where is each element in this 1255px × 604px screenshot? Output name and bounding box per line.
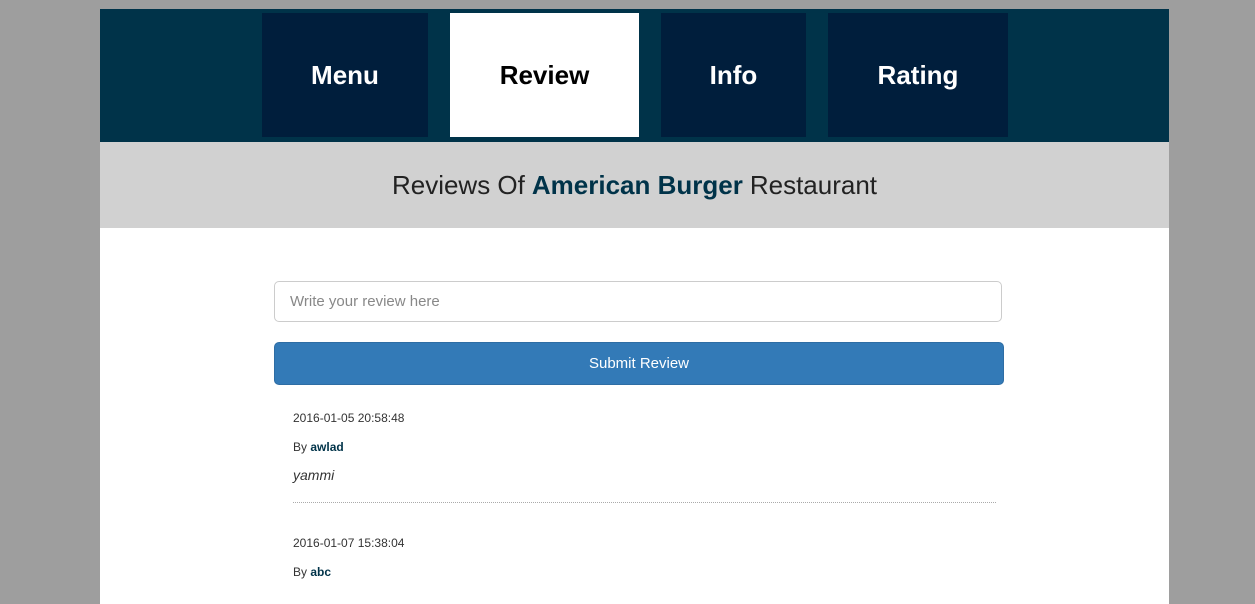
review-author[interactable]: abc bbox=[310, 565, 331, 579]
review-divider bbox=[293, 502, 996, 503]
top-navbar: Menu Review Info Rating bbox=[100, 9, 1169, 142]
submit-review-button[interactable]: Submit Review bbox=[274, 342, 1004, 385]
page: Menu Review Info Rating Reviews Of Ameri… bbox=[100, 9, 1169, 604]
review-input[interactable] bbox=[274, 281, 1002, 322]
tab-rating[interactable]: Rating bbox=[828, 13, 1008, 137]
review-date: 2016-01-07 15:38:04 bbox=[293, 536, 405, 550]
review-byline: By awlad bbox=[293, 439, 996, 456]
restaurant-name: American Burger bbox=[531, 169, 743, 200]
by-label: By bbox=[293, 440, 308, 454]
review-item: 2016-01-05 20:58:48 By awlad yammi bbox=[293, 410, 996, 503]
title-prefix: Reviews Of bbox=[391, 169, 525, 200]
review-list: 2016-01-05 20:58:48 By awlad yammi 2016-… bbox=[293, 410, 996, 604]
review-author[interactable]: awlad bbox=[310, 440, 343, 454]
page-title: Reviews Of American Burger Restaurant bbox=[100, 142, 1169, 228]
review-date: 2016-01-05 20:58:48 bbox=[293, 411, 405, 425]
tab-review[interactable]: Review bbox=[450, 13, 639, 137]
title-suffix: Restaurant bbox=[749, 169, 878, 200]
tab-info[interactable]: Info bbox=[661, 13, 806, 137]
by-label: By bbox=[293, 565, 308, 579]
review-text bbox=[293, 591, 996, 604]
review-byline: By abc bbox=[293, 564, 996, 581]
review-item: 2016-01-07 15:38:04 By abc bbox=[293, 535, 996, 604]
tab-menu[interactable]: Menu bbox=[262, 13, 428, 137]
review-text: yammi bbox=[293, 467, 335, 483]
